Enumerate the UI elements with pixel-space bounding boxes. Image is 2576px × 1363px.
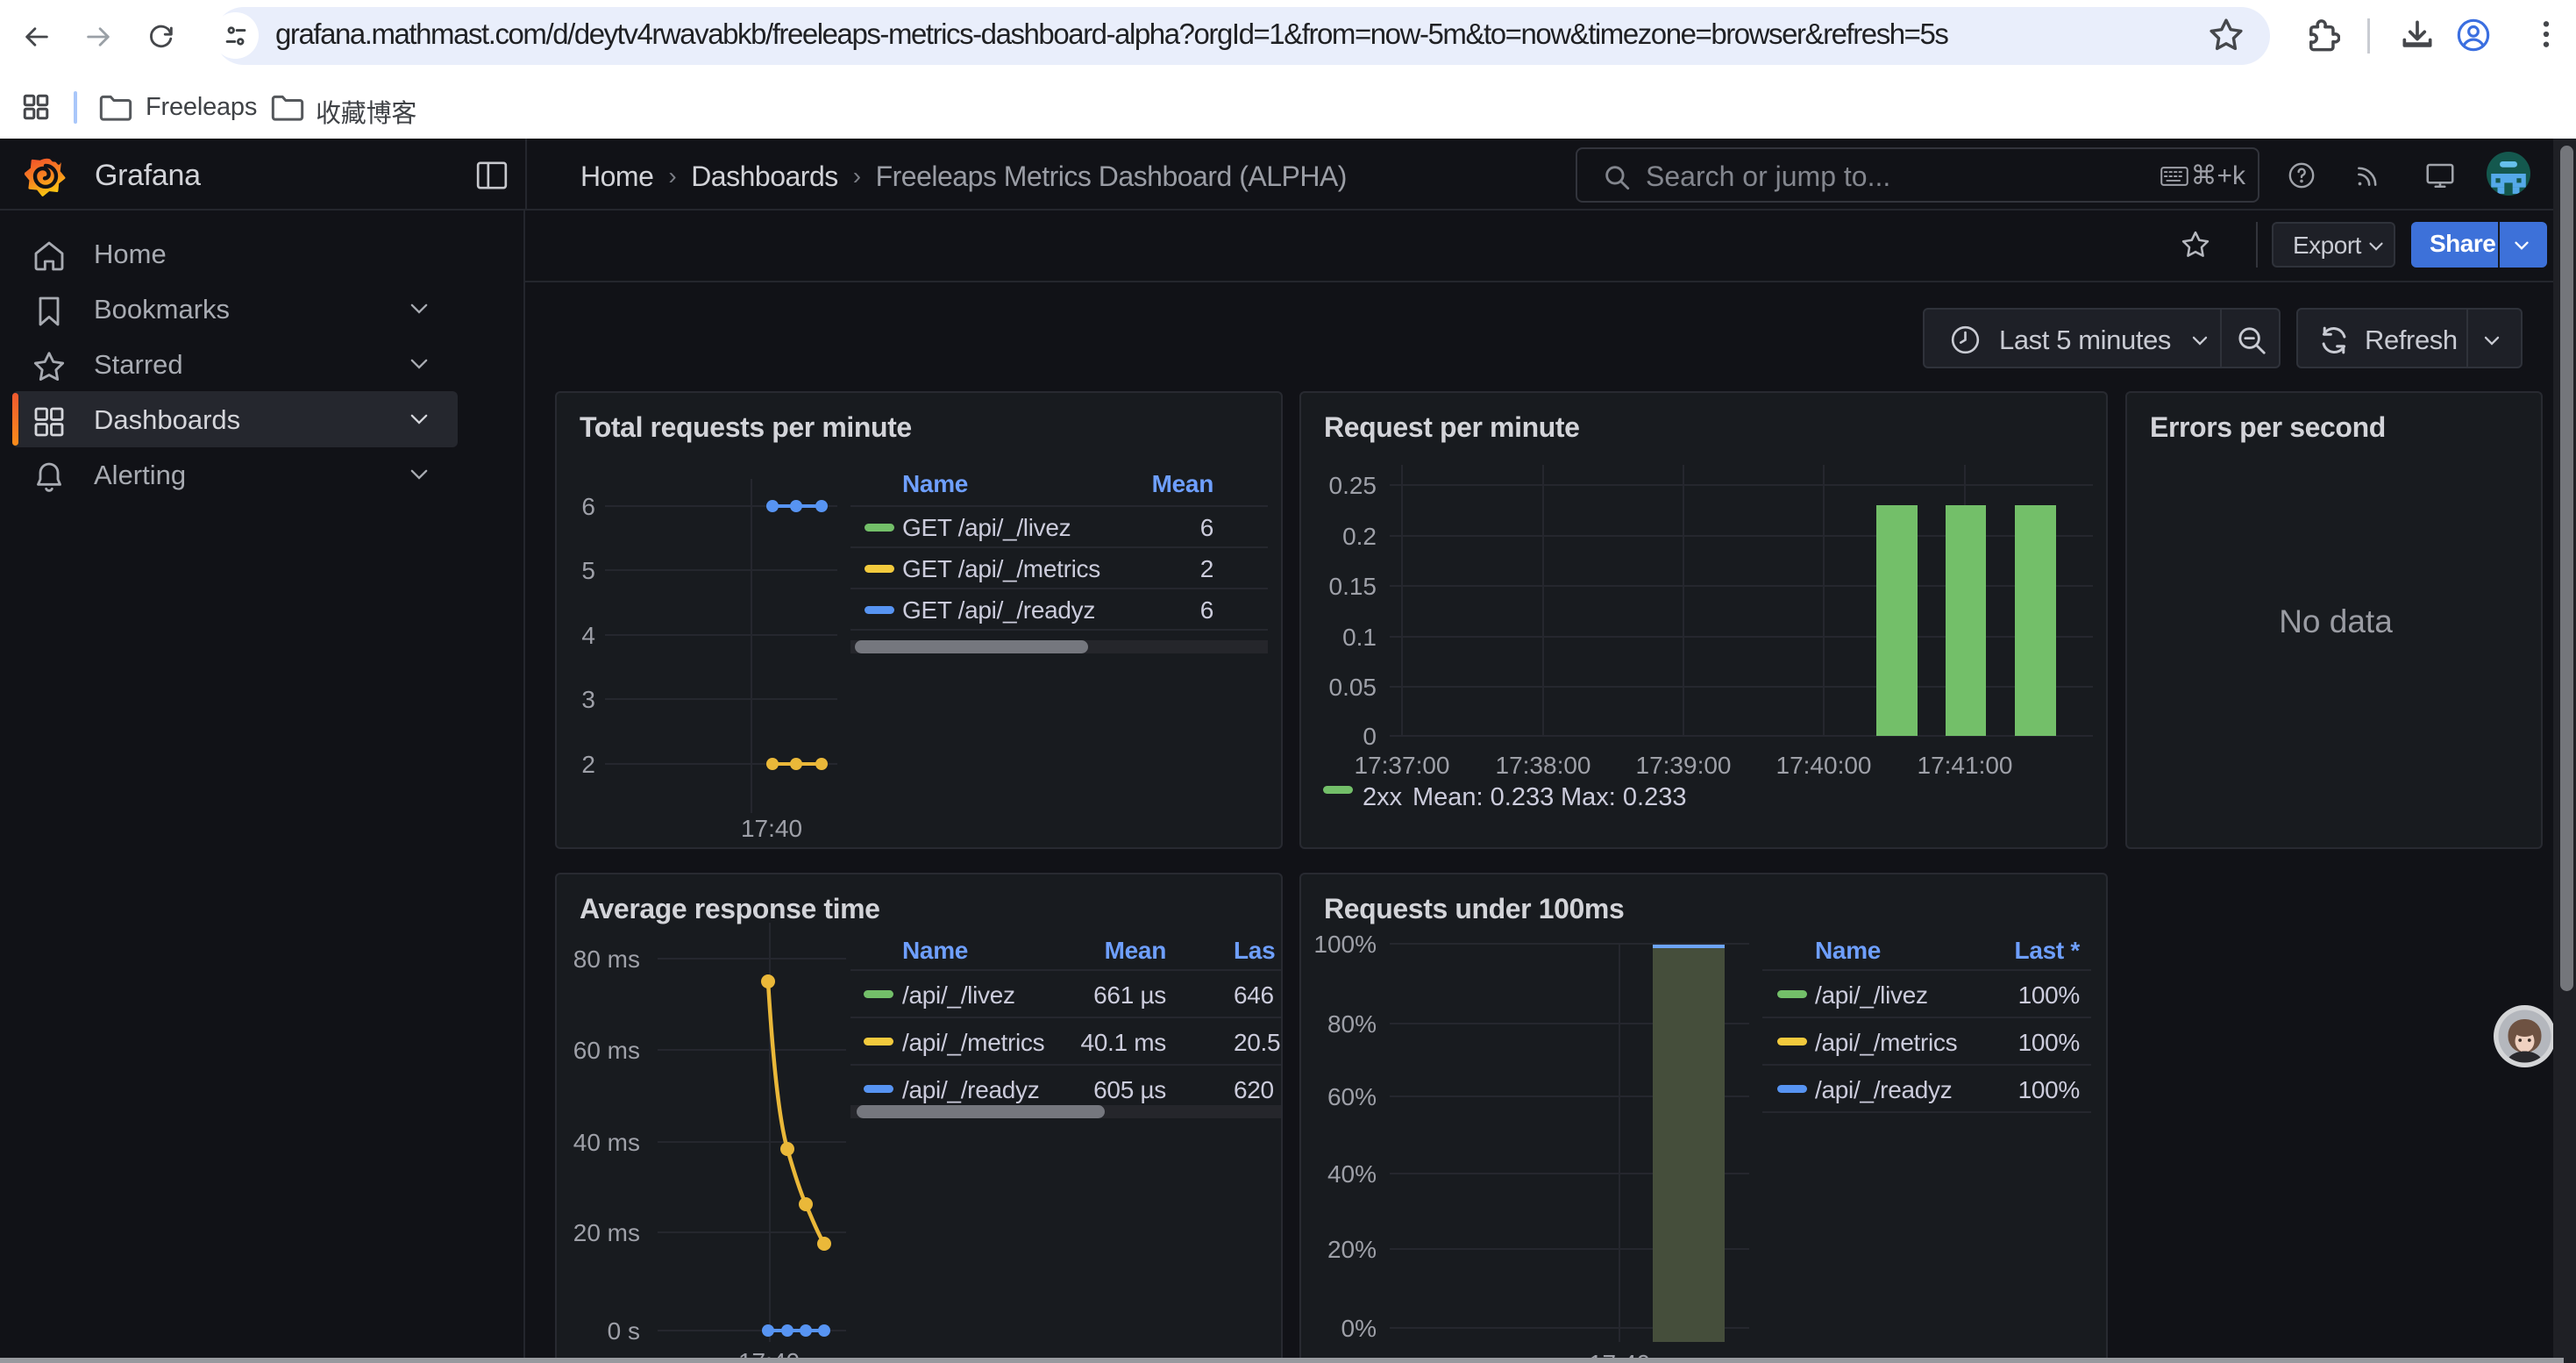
svg-text:80%: 80% xyxy=(1327,1010,1377,1038)
svg-text:4: 4 xyxy=(581,622,595,649)
svg-text:0.15: 0.15 xyxy=(1329,573,1377,600)
svg-text:17:40:00: 17:40:00 xyxy=(1776,752,1872,779)
svg-text:60%: 60% xyxy=(1327,1083,1377,1110)
svg-text:100%: 100% xyxy=(1313,931,1377,958)
svg-text:20 ms: 20 ms xyxy=(573,1219,640,1246)
svg-text:Mean: 0.233: Mean: 0.233 xyxy=(1413,783,1554,811)
svg-text:0 s: 0 s xyxy=(608,1317,640,1345)
svg-text:0.05: 0.05 xyxy=(1329,674,1377,701)
svg-text:17:39:00: 17:39:00 xyxy=(1636,752,1732,779)
svg-text:2xx: 2xx xyxy=(1363,783,1403,811)
svg-text:17:38:00: 17:38:00 xyxy=(1496,752,1591,779)
svg-text:60 ms: 60 ms xyxy=(573,1037,640,1064)
svg-text:0%: 0% xyxy=(1341,1315,1377,1342)
svg-text:0.2: 0.2 xyxy=(1342,523,1377,550)
svg-text:2: 2 xyxy=(581,751,595,778)
svg-text:40%: 40% xyxy=(1327,1160,1377,1188)
svg-text:0.1: 0.1 xyxy=(1342,624,1377,651)
svg-text:5: 5 xyxy=(581,557,595,584)
svg-text:Max: 0.233: Max: 0.233 xyxy=(1561,783,1686,811)
svg-text:17:37:00: 17:37:00 xyxy=(1355,752,1450,779)
svg-text:0: 0 xyxy=(1363,723,1377,750)
svg-text:80 ms: 80 ms xyxy=(573,946,640,973)
svg-text:20%: 20% xyxy=(1327,1236,1377,1263)
svg-text:17:40: 17:40 xyxy=(741,815,802,842)
svg-text:17:41:00: 17:41:00 xyxy=(1918,752,2013,779)
svg-text:6: 6 xyxy=(581,493,595,520)
svg-text:0.25: 0.25 xyxy=(1329,472,1377,499)
svg-text:3: 3 xyxy=(581,686,595,713)
svg-text:40 ms: 40 ms xyxy=(573,1129,640,1156)
